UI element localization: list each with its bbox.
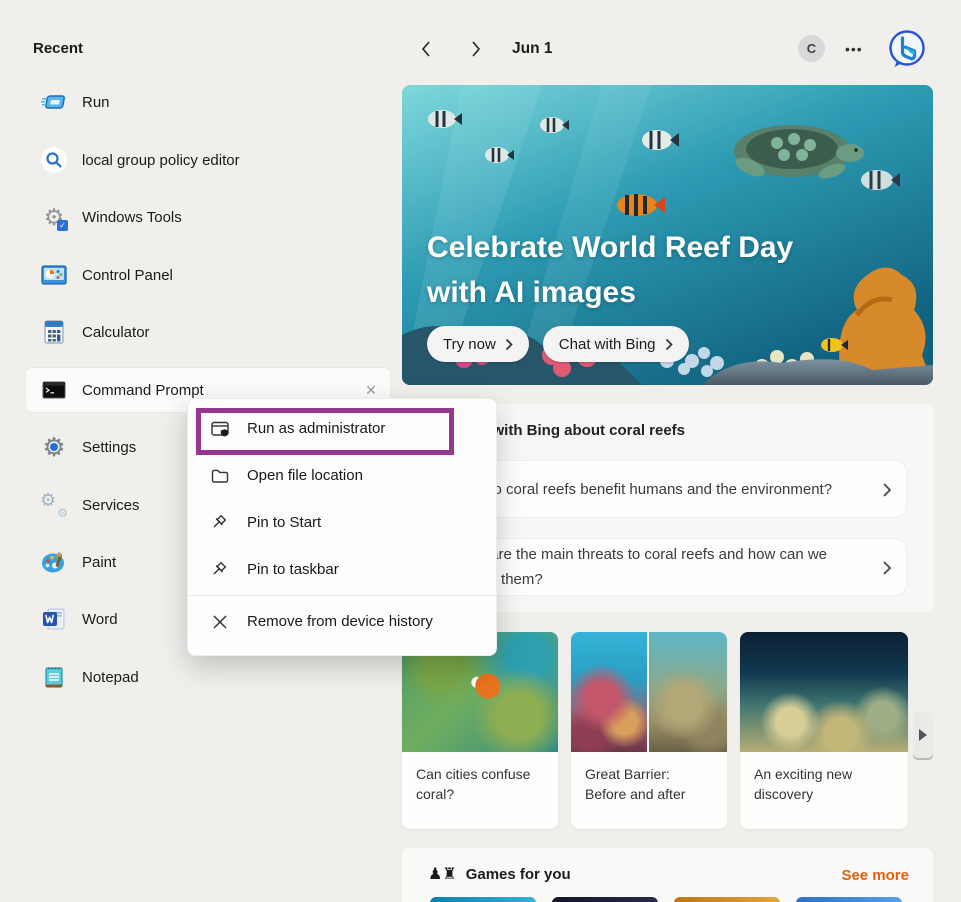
pin-icon [210,560,230,580]
recent-item-windows-tools[interactable]: ⚙ ✓ Windows Tools [26,195,390,239]
menu-item-open-file-location[interactable]: Open file location [188,452,496,499]
recent-item-label: Run [82,94,110,111]
menu-item-label: Pin to Start [247,514,321,531]
run-icon [40,88,68,116]
menu-separator [188,595,496,596]
forward-button[interactable] [463,36,489,62]
recent-item-label: Calculator [82,324,150,341]
recent-item-control-panel[interactable]: Control Panel [26,253,390,297]
chevron-right-icon [882,482,892,503]
recent-item-label: Services [82,497,140,514]
menu-item-label: Run as administrator [247,420,385,437]
context-menu: Run as administrator Open file location … [187,398,497,656]
notepad-icon [40,663,68,691]
recent-item-label: local group policy editor [82,152,240,169]
menu-item-label: Open file location [247,467,363,484]
hero-banner[interactable]: Celebrate World Reef Day with AI images … [402,85,933,385]
game-thumbnail[interactable] [674,897,780,902]
hero-title: Celebrate World Reef Day with AI images [427,225,793,315]
more-options-icon[interactable]: ••• [845,41,863,57]
chevron-right-icon [665,338,673,351]
calculator-icon [40,318,68,346]
game-thumbnail[interactable] [552,897,658,902]
avatar[interactable]: C [798,35,825,62]
menu-item-pin-to-start[interactable]: Pin to Start [188,499,496,546]
try-now-button[interactable]: Try now [427,326,529,362]
card-image-discovery [740,632,908,752]
recent-section-header: Recent [33,40,83,57]
search-icon [40,146,68,174]
games-section-card: ♟♜ Games for you See more [402,848,933,902]
windows-tools-icon: ⚙ ✓ [40,203,68,231]
suggested-question[interactable]: How do coral reefs benefit humans and th… [430,460,907,518]
chess-pieces-icon: ♟♜ [428,867,457,883]
remove-icon [210,612,230,632]
menu-item-remove-from-device-history[interactable]: Remove from device history [188,598,496,645]
recent-item-label: Windows Tools [82,209,182,226]
recent-item-label: Control Panel [82,267,173,284]
date-label: Jun 1 [512,40,552,58]
word-icon [40,605,68,633]
game-thumbnail[interactable] [430,897,536,902]
control-panel-icon [40,261,68,289]
chevron-right-icon [505,338,513,351]
paint-icon [40,548,68,576]
folder-icon [210,466,230,486]
command-prompt-icon [40,376,68,404]
recent-item-calculator[interactable]: Calculator [26,310,390,354]
recent-item-label: Command Prompt [82,382,204,399]
news-card[interactable]: An exciting new discovery [740,632,908,829]
recent-item-local-group-policy-editor[interactable]: local group policy editor [26,138,390,182]
back-button[interactable] [413,36,439,62]
recent-item-label: Paint [82,554,116,571]
menu-item-run-as-administrator[interactable]: Run as administrator [188,405,496,452]
menu-item-label: Remove from device history [247,613,433,630]
recent-item-label: Word [82,611,118,628]
carousel-next-button[interactable] [913,712,933,758]
recent-item-run[interactable]: Run [26,80,390,124]
play-triangle-icon [919,729,927,741]
chevron-right-icon [882,560,892,581]
see-more-link[interactable]: See more [841,867,909,884]
settings-icon: ⚙ [40,433,68,461]
chat-with-bing-button[interactable]: Chat with Bing [543,326,689,362]
card-image-before-after [571,632,727,752]
menu-item-pin-to-taskbar[interactable]: Pin to taskbar [188,546,496,593]
pin-icon [210,513,230,533]
services-icon: ⚙ ⚙ [40,491,68,519]
games-title: Games for you [466,866,571,883]
admin-shield-icon [210,419,230,439]
windows-search-flyout: Recent Run local group policy editor ⚙ ✓… [0,0,961,902]
recent-item-label: Notepad [82,669,139,686]
news-card[interactable]: Can cities confuse coral? [402,632,558,829]
check-badge: ✓ [57,220,68,231]
news-card[interactable]: Great Barrier: Before and after [571,632,727,829]
recent-item-label: Settings [82,439,136,456]
menu-item-label: Pin to taskbar [247,561,339,578]
suggested-question[interactable]: What are the main threats to coral reefs… [430,538,907,596]
bing-logo-icon[interactable] [886,28,928,70]
game-thumbnail[interactable] [796,897,902,902]
recent-item-notepad[interactable]: Notepad [26,655,390,699]
